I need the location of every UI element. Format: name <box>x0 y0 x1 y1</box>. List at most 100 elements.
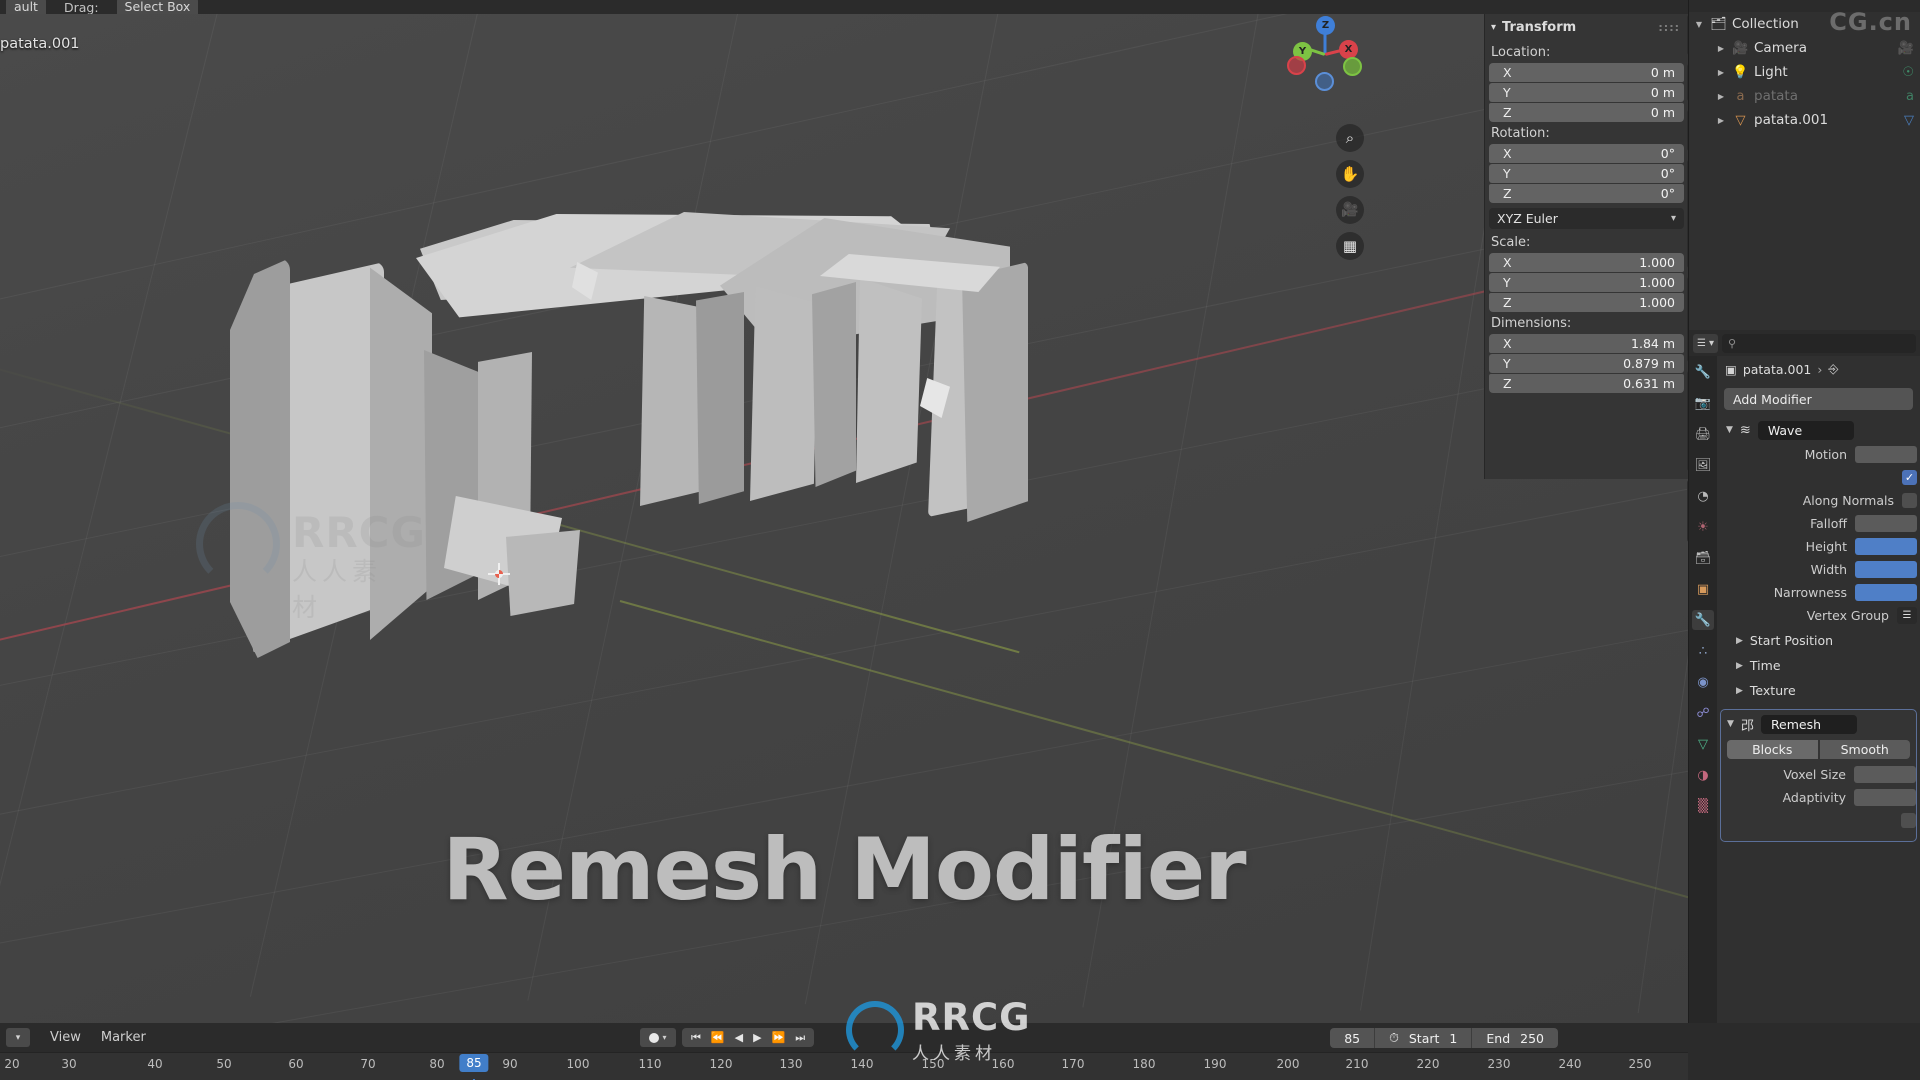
chevron-right-icon[interactable]: ▶ <box>1715 68 1727 77</box>
vertex-group-field[interactable]: ☰ <box>1897 607 1917 624</box>
editor-type-button[interactable]: ☰ ▾ <box>1693 333 1718 353</box>
chevron-right-icon[interactable]: ▶ <box>1715 116 1727 125</box>
data-tab-icon[interactable]: ▽ <box>1692 734 1714 754</box>
subpanel-time[interactable]: ▶ Time <box>1720 653 1917 678</box>
particles-tab-icon[interactable]: ∴ <box>1692 641 1714 661</box>
modifier-header[interactable]: ▼ 邔 Remesh <box>1721 712 1916 736</box>
start-frame-field[interactable]: ⏱ Start 1 <box>1375 1028 1471 1048</box>
modifier-wave[interactable]: ▼ ≋ Wave Motion ✓ Along Normals Falloff Height W… <box>1720 418 1917 703</box>
editor-type-dropdown[interactable]: ▾ <box>6 1028 30 1047</box>
gizmo-ball-neg-x[interactable] <box>1343 57 1362 76</box>
property-value-field[interactable] <box>1855 446 1917 463</box>
transform-field-row[interactable]: Y 0 m <box>1489 80 1706 102</box>
properties-editor[interactable]: ☰ ▾ ⚲ 🔧 📷 🖨 🖼 ◔ ☀ 🗃 ▣ 🔧 ∴ ◉ ☍ ▽ ◑ ▒ ▣ patata.001 › ⎆ A… <box>1688 330 1920 1023</box>
gizmo-ball-neg-y[interactable] <box>1287 56 1306 75</box>
modifier-property-row[interactable]: Height <box>1720 536 1917 557</box>
property-value-field[interactable] <box>1855 584 1917 601</box>
transform-field-row[interactable]: Z 1.000 <box>1489 290 1706 312</box>
output-tab-icon[interactable]: 🖨 <box>1692 424 1714 444</box>
modifier-property-row[interactable]: Along Normals <box>1720 490 1917 511</box>
viewport-header[interactable]: ault Drag: Select Box <box>0 0 1688 14</box>
modifier-property-row[interactable]: ✓ <box>1720 467 1917 488</box>
hand-icon[interactable]: ✋ <box>1336 160 1364 188</box>
modifier-list[interactable]: ▼ ≋ Wave Motion ✓ Along Normals Falloff Height W… <box>1717 418 1920 842</box>
play-reverse-button[interactable]: ◀ <box>735 1031 743 1044</box>
breadcrumb[interactable]: ▣ patata.001 › ⎆ <box>1717 356 1920 382</box>
jump-start-button[interactable]: ⏮ <box>691 1031 701 1045</box>
transform-field-row[interactable]: Z 0.631 m <box>1489 374 1684 393</box>
transform-field-row[interactable]: X 1.000 <box>1489 250 1706 272</box>
menu-view[interactable]: View <box>50 1030 81 1045</box>
outliner-row-camera[interactable]: ▶ 🎥 Camera 🎥 <box>1689 36 1920 60</box>
frame-controls[interactable]: 85 ⏱ Start 1 End 250 <box>1330 1028 1558 1048</box>
outliner-data-icon[interactable]: 🎥 <box>1898 41 1920 56</box>
modifier-property-row[interactable]: Falloff <box>1720 513 1917 534</box>
current-frame-field[interactable]: 85 <box>1330 1028 1374 1048</box>
3d-viewport[interactable]: ault Drag: Select Box patata.001 Z Y X ⌕… <box>0 0 1688 1023</box>
breadcrumb-object-name[interactable]: patata.001 <box>1743 362 1812 377</box>
modifier-property-row[interactable]: Vertex Group ☰ <box>1720 605 1917 626</box>
zoom-icon[interactable]: ⌕ <box>1336 124 1364 152</box>
modifier-property-row[interactable]: Voxel Size <box>1721 764 1916 785</box>
subpanel-start-position[interactable]: ▶ Start Position <box>1720 628 1917 653</box>
rotation-fields[interactable]: X 0° Y 0° Z 0° <box>1485 141 1706 203</box>
transform-field-row[interactable]: Y 0° <box>1489 161 1706 183</box>
properties-tab-column[interactable]: 🔧 📷 🖨 🖼 ◔ ☀ 🗃 ▣ 🔧 ∴ ◉ ☍ ▽ ◑ ▒ <box>1689 356 1717 1023</box>
object-tab-icon[interactable]: ▣ <box>1692 579 1714 599</box>
transform-field-row[interactable]: X 1.84 m <box>1489 334 1684 353</box>
view-layer-tab-icon[interactable]: 🖼 <box>1692 455 1714 475</box>
add-modifier-button[interactable]: Add Modifier <box>1724 388 1913 410</box>
gizmo-ball-neg-z[interactable] <box>1315 72 1334 91</box>
properties-header[interactable]: ☰ ▾ ⚲ <box>1689 330 1920 356</box>
physics-tab-icon[interactable]: ◉ <box>1692 672 1714 692</box>
chevron-down-icon[interactable]: ▼ <box>1727 719 1734 729</box>
property-value-field[interactable] <box>1855 538 1917 555</box>
transform-field-row[interactable]: Z 0° <box>1489 181 1706 203</box>
scene-tab-icon[interactable]: ◔ <box>1692 486 1714 506</box>
location-fields[interactable]: X 0 m Y 0 m Z 0 m <box>1485 60 1706 122</box>
timeline-header[interactable]: ▾ View Marker ▾ ⏮ ⏪ ◀ ▶ ⏩ ⏭ 85 ⏱ Start 1 <box>0 1023 1688 1052</box>
chevron-right-icon[interactable]: ▶ <box>1715 44 1727 53</box>
grid-icon[interactable]: ▦ <box>1336 232 1364 260</box>
mode-dropdown[interactable]: ault <box>6 0 46 14</box>
material-tab-icon[interactable]: ◑ <box>1692 765 1714 785</box>
rotation-mode-dropdown[interactable]: XYZ Euler ▾ <box>1489 208 1684 229</box>
property-value-field[interactable] <box>1855 515 1917 532</box>
timeline-editor[interactable]: ▾ View Marker ▾ ⏮ ⏪ ◀ ▶ ⏩ ⏭ 85 ⏱ Start 1 <box>0 1023 1688 1080</box>
navigation-gizmo[interactable]: Z Y X <box>1287 16 1363 92</box>
modifier-property-row[interactable]: Narrowness <box>1720 582 1917 603</box>
property-checkbox[interactable]: ✓ <box>1902 470 1917 485</box>
chevron-down-icon[interactable]: ▼ <box>1693 20 1705 29</box>
timeline-ruler[interactable]: 20 30 40 50 60 70 80 90 100 110 120 130 140 150 160 170… <box>0 1052 1688 1080</box>
menu-marker[interactable]: Marker <box>101 1030 146 1045</box>
constraints-tab-icon[interactable]: ☍ <box>1692 703 1714 723</box>
property-value-field[interactable] <box>1854 766 1916 783</box>
prev-keyframe-button[interactable]: ⏪ <box>711 1031 725 1044</box>
scale-fields[interactable]: X 1.000 Y 1.000 Z 1.000 <box>1485 250 1706 312</box>
mode-smooth-button[interactable]: Smooth <box>1819 740 1910 759</box>
chevron-down-icon[interactable]: ▼ <box>1726 425 1733 435</box>
playback-controls[interactable]: ▾ ⏮ ⏪ ◀ ▶ ⏩ ⏭ <box>640 1028 815 1047</box>
transform-field-row[interactable]: Y 1.000 <box>1489 270 1706 292</box>
property-value-field[interactable] <box>1854 789 1916 806</box>
mode-blocks-button[interactable]: Blocks <box>1727 740 1818 759</box>
subpanel-texture[interactable]: ▶ Texture <box>1720 678 1917 703</box>
next-keyframe-button[interactable]: ⏩ <box>772 1031 786 1044</box>
transform-field-row[interactable]: X 0° <box>1489 141 1706 163</box>
gizmo-ball-z[interactable]: Z <box>1316 16 1335 35</box>
modifier-property-row[interactable]: Width <box>1720 559 1917 580</box>
transform-sidebar[interactable]: ▾ Transform :::: Location: X0 mY0 mZ0 m … <box>1484 14 1706 479</box>
search-input[interactable]: ⚲ <box>1722 333 1916 353</box>
mesh-object-patata001[interactable] <box>220 200 1060 720</box>
collection-tab-icon[interactable]: 🗃 <box>1692 548 1714 568</box>
modifier-header[interactable]: ▼ ≋ Wave <box>1720 418 1917 442</box>
play-button[interactable]: ▶ <box>753 1031 761 1044</box>
modifier-stack-panel[interactable]: ▣ patata.001 › ⎆ Add Modifier ▼ ≋ Wave Moti… <box>1717 356 1920 1023</box>
tool-tab-icon[interactable]: 🔧 <box>1692 362 1714 382</box>
property-toggle[interactable] <box>1901 813 1916 828</box>
jump-end-button[interactable]: ⏭ <box>795 1031 805 1045</box>
modifier-property-row[interactable]: Adaptivity <box>1721 787 1916 808</box>
outliner-data-icon[interactable]: ☉ <box>1902 65 1920 80</box>
auto-keyframe-button[interactable]: ▾ <box>640 1028 676 1047</box>
chevron-right-icon[interactable]: ▶ <box>1715 92 1727 101</box>
